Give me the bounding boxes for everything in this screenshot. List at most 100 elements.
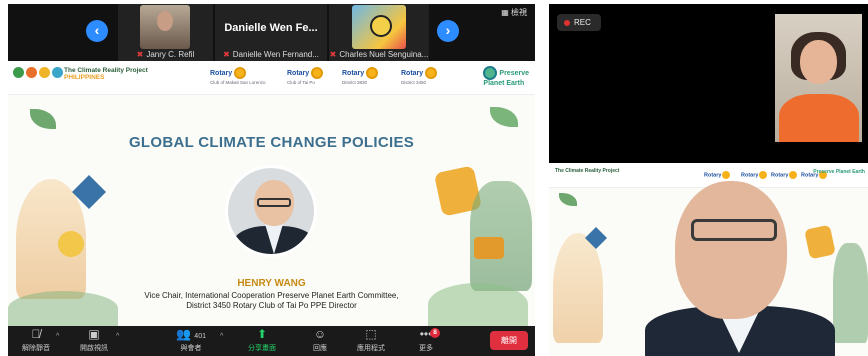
preserve-planet-earth-logo: Preserve Planet Earth bbox=[483, 66, 529, 88]
recording-indicator[interactable]: REC bbox=[557, 14, 601, 31]
participant-name: Danielle Wen Fernand... bbox=[232, 50, 319, 59]
leave-meeting-button[interactable]: 離開 bbox=[490, 331, 528, 350]
partner-logo-icon bbox=[26, 67, 37, 78]
notification-badge: 8 bbox=[430, 328, 440, 338]
ppe-line2: Planet Earth bbox=[483, 80, 525, 87]
portrait-glasses bbox=[257, 198, 291, 207]
chevron-up-icon[interactable]: ^ bbox=[116, 333, 119, 340]
participant-name-row: ✖ Danielle Wen Fernand... bbox=[215, 50, 327, 59]
rotary-logo: Rotary Club of Makati San Lorenzo bbox=[210, 67, 266, 85]
rotary-club-name: Club of Makati San Lorenzo bbox=[210, 80, 266, 85]
unmute-label: 解除靜音 bbox=[22, 345, 50, 352]
mini-rotary-label: Rotary bbox=[741, 172, 759, 179]
grid-icon: ▦ bbox=[501, 8, 511, 17]
view-button[interactable]: ▦ 檢視 bbox=[501, 7, 527, 18]
speaker-glasses bbox=[691, 219, 777, 241]
apps-button[interactable]: ⬚ 應用程式 bbox=[349, 328, 393, 353]
video-label: 開啟視訊 bbox=[80, 345, 108, 352]
participant-name: Charles Nuel Senguina... bbox=[339, 50, 429, 59]
partner-logo-icon bbox=[39, 67, 50, 78]
participant-video-thumbnail bbox=[352, 5, 406, 49]
leaf-decoration-icon bbox=[30, 109, 56, 129]
rotary-label: Rotary bbox=[210, 69, 233, 77]
emoji-icon: ☺ bbox=[313, 327, 327, 341]
speaker-portrait bbox=[225, 165, 317, 257]
apps-icon: ⬚ bbox=[365, 327, 377, 341]
participant-video-thumbnail bbox=[140, 5, 190, 49]
leaf-decoration-icon bbox=[559, 193, 577, 206]
participants-icon: 👥 bbox=[176, 327, 191, 341]
participant-tile[interactable]: Danielle Wen Fe... ✖ Danielle Wen Fernand… bbox=[215, 4, 327, 61]
gallery-prev-button[interactable]: ‹ bbox=[86, 20, 108, 42]
speaker-name: HENRY WANG bbox=[237, 278, 306, 289]
rotary-club-name: District 3450 bbox=[401, 80, 427, 85]
participant-name-row: ✖ Janry C. Refil bbox=[118, 50, 213, 59]
mini-rotary-logo: Rotary bbox=[704, 171, 731, 179]
participant-display-name: Danielle Wen Fe... bbox=[224, 22, 318, 34]
self-view-video[interactable] bbox=[775, 14, 862, 142]
mini-ppe-logo: Preserve Planet Earth bbox=[813, 169, 865, 175]
rec-label: REC bbox=[574, 18, 591, 27]
meeting-toolbar: 🎙̸ 解除靜音 ^ ▣ 開啟視訊 ^ 👥 401 與會者 ^ ⬆ 分享畫面 ☺ … bbox=[8, 326, 535, 356]
gallery-next-button[interactable]: › bbox=[437, 20, 459, 42]
participant-tile[interactable]: ✖ Charles Nuel Senguina... bbox=[329, 4, 429, 61]
person-illustration-icon bbox=[553, 233, 603, 343]
rotary-logo: Rotary District 3830 bbox=[342, 67, 379, 85]
participant-name-row: ✖ Charles Nuel Senguina... bbox=[329, 50, 429, 59]
reactions-label: 回應 bbox=[313, 345, 327, 352]
share-screen-button[interactable]: ⬆ 分享畫面 bbox=[240, 328, 284, 353]
globe-icon bbox=[483, 66, 498, 80]
leaf-decoration-icon bbox=[490, 107, 518, 127]
rotary-wheel-icon bbox=[425, 67, 438, 79]
participant-tile[interactable]: ✖ Janry C. Refil bbox=[118, 4, 213, 61]
speaker-head bbox=[675, 181, 787, 319]
mic-muted-icon: 🎙̸ bbox=[31, 327, 41, 341]
chevron-up-icon[interactable]: ^ bbox=[220, 333, 223, 340]
selfview-body bbox=[779, 94, 859, 142]
participants-button[interactable]: 👥 401 與會者 bbox=[166, 328, 216, 353]
partner-logo-icon bbox=[52, 67, 63, 78]
sponsor-logo-bar: The Climate Reality Project PHILIPPINES … bbox=[8, 61, 535, 95]
zoom-meeting-window: ‹ ✖ Janry C. Refil Danielle Wen Fe... ✖ Da… bbox=[8, 4, 535, 356]
rotary-logo: Rotary District 3450 bbox=[401, 67, 438, 85]
rotary-wheel-icon bbox=[722, 171, 731, 179]
chevron-up-icon[interactable]: ^ bbox=[56, 333, 59, 340]
speaker-desc-line2: District 3450 Rotary Club of Tai Po PPE … bbox=[186, 301, 357, 310]
shared-screen-slide: The Climate Reality Project PHILIPPINES … bbox=[8, 61, 535, 326]
person-illustration-icon bbox=[470, 181, 532, 291]
rotary-wheel-icon bbox=[311, 67, 324, 79]
start-video-button[interactable]: ▣ 開啟視訊 bbox=[72, 328, 116, 353]
partner-logo-icon bbox=[13, 67, 24, 78]
muted-mic-icon: ✖ bbox=[136, 50, 144, 59]
org-sub: PHILIPPINES bbox=[64, 74, 105, 81]
apps-label: 應用程式 bbox=[357, 345, 385, 352]
unmute-button[interactable]: 🎙̸ 解除靜音 bbox=[14, 328, 58, 353]
rotary-wheel-icon bbox=[234, 67, 247, 79]
rotary-label: Rotary bbox=[342, 69, 365, 77]
reactions-button[interactable]: ☺ 回應 bbox=[298, 328, 342, 353]
rotary-label: Rotary bbox=[401, 69, 424, 77]
participant-name: Janry C. Refil bbox=[146, 50, 195, 59]
partner-logos bbox=[13, 67, 63, 78]
participant-count: 401 bbox=[194, 333, 206, 340]
recording-view: REC The Climate Reality Project Rotary R… bbox=[549, 4, 868, 356]
screenshot-root: ‹ ✖ Janry C. Refil Danielle Wen Fe... ✖ Da… bbox=[0, 0, 868, 356]
org-name: The Climate Reality Project bbox=[64, 67, 148, 74]
mini-rotary-label: Rotary bbox=[704, 172, 722, 179]
rotary-label: Rotary bbox=[287, 69, 310, 77]
speaker-description: Vice Chair, International Cooperation Pr… bbox=[8, 291, 535, 311]
more-button[interactable]: ••• 8 更多 bbox=[404, 328, 448, 353]
rotary-logo: Rotary Club of Tai Po bbox=[287, 67, 324, 85]
speaker-video-over-slide: The Climate Reality Project Rotary Rotar… bbox=[549, 163, 868, 356]
rotary-wheel-icon bbox=[759, 171, 768, 179]
rotary-wheel-icon bbox=[366, 67, 379, 79]
share-screen-icon: ⬆ bbox=[256, 327, 268, 341]
participants-label: 與會者 bbox=[180, 345, 202, 352]
mini-rotary-label: Rotary bbox=[771, 172, 789, 179]
climate-reality-logo: The Climate Reality Project PHILIPPINES bbox=[64, 67, 148, 81]
speaker-desc-line1: Vice Chair, International Cooperation Pr… bbox=[144, 291, 399, 300]
lightbulb-icon bbox=[58, 231, 84, 257]
speaker-video bbox=[645, 181, 845, 356]
mini-rotary-logo: Rotary bbox=[741, 171, 768, 179]
view-label: 檢視 bbox=[511, 8, 527, 17]
